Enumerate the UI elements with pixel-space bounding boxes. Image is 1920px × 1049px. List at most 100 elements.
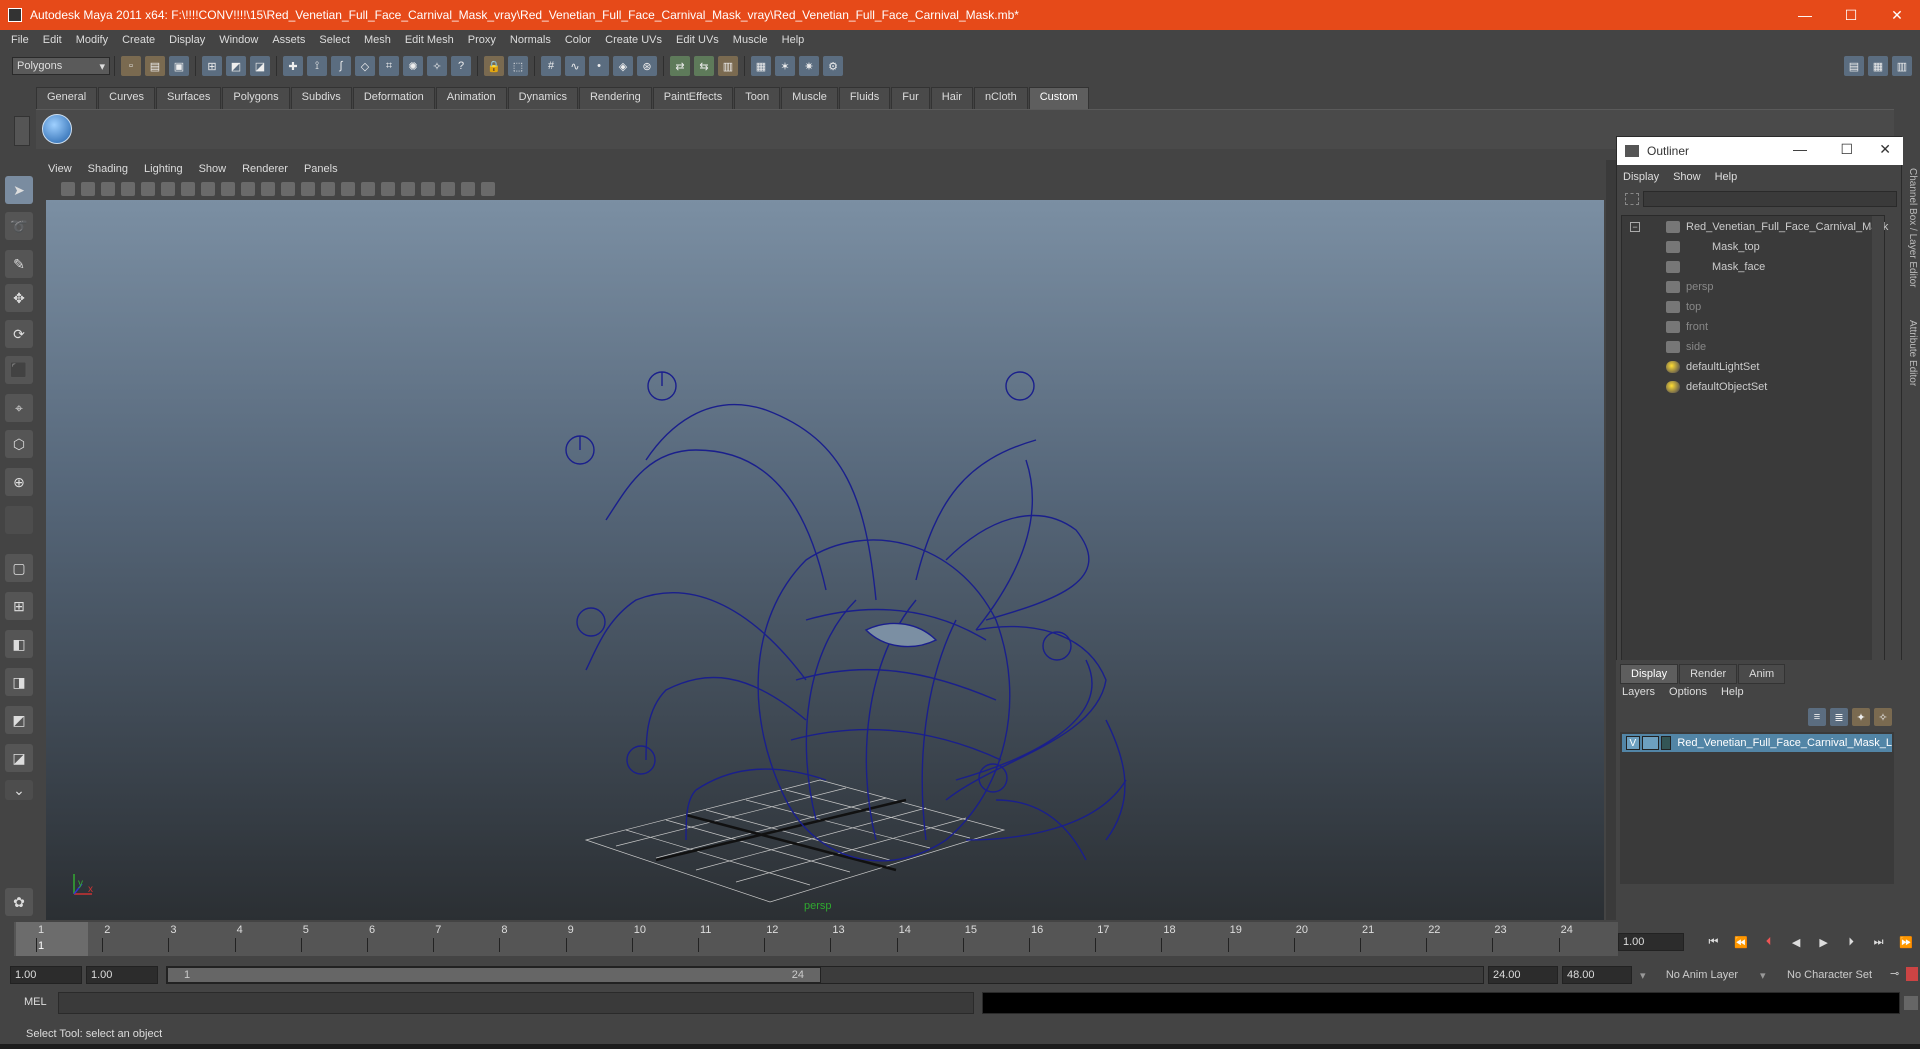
current-frame-marker[interactable]: 1 bbox=[16, 922, 88, 956]
outliner-menu-display[interactable]: Display bbox=[1623, 171, 1659, 183]
camera-select-icon[interactable] bbox=[61, 182, 75, 196]
move-tool-icon[interactable]: ✥ bbox=[5, 284, 33, 312]
key-icon[interactable]: ⊸ bbox=[1890, 967, 1904, 981]
menu-set-dropdown[interactable]: Polygons ▾ bbox=[12, 57, 110, 75]
playback-end-field[interactable]: 24.00 bbox=[1488, 966, 1558, 984]
layer-color-swatch[interactable] bbox=[1660, 736, 1672, 750]
new-scene-icon[interactable]: ▫ bbox=[121, 56, 141, 76]
shelf-menu-button[interactable] bbox=[14, 116, 30, 146]
film-gate-icon[interactable] bbox=[161, 182, 175, 196]
viewport-menu-shading[interactable]: Shading bbox=[88, 163, 128, 175]
persp-graph-layout-icon[interactable]: ◨ bbox=[5, 668, 33, 696]
mask-deformations-icon[interactable]: ⌗ bbox=[379, 56, 399, 76]
shelf-tab-fluids[interactable]: Fluids bbox=[838, 87, 891, 109]
lasso-tool-icon[interactable]: ➰ bbox=[5, 212, 33, 240]
outliner-item[interactable]: defaultLightSet bbox=[1666, 358, 1759, 376]
outliner-minimize-button[interactable]: — bbox=[1793, 141, 1807, 157]
image-plane-icon[interactable] bbox=[121, 182, 135, 196]
layer-visibility-toggle[interactable]: V bbox=[1626, 736, 1640, 750]
filter-icon[interactable] bbox=[1625, 193, 1639, 205]
layer-menu-options[interactable]: Options bbox=[1669, 686, 1707, 698]
wireframe-shading-icon[interactable] bbox=[281, 182, 295, 196]
outliner-maximize-button[interactable]: ☐ bbox=[1840, 141, 1853, 158]
hypershade-layout-icon[interactable]: ◩ bbox=[5, 706, 33, 734]
shelf-tab-ncloth[interactable]: nCloth bbox=[973, 87, 1028, 109]
attribute-editor-toggle-icon[interactable]: ▤ bbox=[1844, 56, 1864, 76]
viewport-menu-renderer[interactable]: Renderer bbox=[242, 163, 288, 175]
menu-file[interactable]: File bbox=[4, 34, 36, 46]
mask-dynamics-icon[interactable]: ✺ bbox=[403, 56, 423, 76]
script-editor-icon[interactable] bbox=[1904, 996, 1918, 1010]
outliner-item[interactable]: Mask_face bbox=[1666, 258, 1765, 276]
persp-outliner-layout-icon[interactable]: ◧ bbox=[5, 630, 33, 658]
open-scene-icon[interactable]: ▤ bbox=[145, 56, 165, 76]
range-bar[interactable]: 1 24 bbox=[166, 966, 1484, 984]
menu-normals[interactable]: Normals bbox=[503, 34, 558, 46]
menu-edit-uvs[interactable]: Edit UVs bbox=[669, 34, 726, 46]
animation-end-field[interactable]: 48.00 bbox=[1562, 966, 1632, 984]
outliner-item[interactable]: Red_Venetian_Full_Face_Carnival_Mask bbox=[1666, 218, 1888, 236]
range-handle[interactable]: 1 24 bbox=[167, 967, 821, 983]
current-time-field[interactable]: 1.00 bbox=[1618, 933, 1684, 951]
highlight-selection-icon[interactable]: ⬚ bbox=[508, 56, 528, 76]
outliner-item[interactable]: defaultObjectSet bbox=[1666, 378, 1767, 396]
wireframe-on-shaded-icon[interactable] bbox=[321, 182, 335, 196]
step-forward-frame-icon[interactable]: ⏵ bbox=[1844, 935, 1857, 949]
menu-muscle[interactable]: Muscle bbox=[726, 34, 775, 46]
default-lighting-icon[interactable] bbox=[361, 182, 375, 196]
select-by-hierarchy-icon[interactable]: ⊞ bbox=[202, 56, 222, 76]
gate-mask-icon[interactable] bbox=[201, 182, 215, 196]
shelf-tab-toon[interactable]: Toon bbox=[734, 87, 781, 109]
render-settings-icon[interactable]: ⚙ bbox=[823, 56, 843, 76]
safe-action-icon[interactable] bbox=[241, 182, 255, 196]
layout-more-icon[interactable]: ⌄ bbox=[5, 780, 33, 800]
bookmarks-icon[interactable] bbox=[101, 182, 115, 196]
universal-manipulator-icon[interactable]: ⌖ bbox=[5, 394, 33, 422]
outliner-item[interactable]: persp bbox=[1666, 278, 1714, 296]
layer-tab-display[interactable]: Display bbox=[1620, 664, 1679, 684]
outliner-item[interactable]: side bbox=[1666, 338, 1706, 356]
outliner-filter-input[interactable] bbox=[1643, 191, 1897, 207]
smooth-shading-icon[interactable] bbox=[301, 182, 315, 196]
menu-modify[interactable]: Modify bbox=[69, 34, 115, 46]
snap-to-view-plane-icon[interactable]: ◈ bbox=[613, 56, 633, 76]
shelf-tab-custom[interactable]: Custom bbox=[1028, 87, 1089, 109]
channel-box-tab[interactable]: Channel Box / Layer Editor bbox=[1902, 168, 1918, 288]
time-slider[interactable]: 1 1 2 3 4 5 6 7 8 9 10 11 12 13 14 15 16 17 18 19 20 21 22 23 2… bbox=[14, 922, 1618, 956]
mask-joints-icon[interactable]: ⟟ bbox=[307, 56, 327, 76]
layer-move-down-icon[interactable]: ✧ bbox=[1874, 708, 1892, 726]
rotate-tool-icon[interactable]: ⟳ bbox=[5, 320, 33, 348]
last-tool-icon[interactable] bbox=[5, 506, 33, 534]
minimize-button[interactable]: — bbox=[1782, 0, 1828, 30]
viewport-menu-lighting[interactable]: Lighting bbox=[144, 163, 183, 175]
shelf-tab-deformation[interactable]: Deformation bbox=[352, 87, 435, 109]
select-tool-icon[interactable]: ➤ bbox=[5, 176, 33, 204]
channel-box-toggle-icon[interactable]: ▥ bbox=[1892, 56, 1912, 76]
render-current-frame-icon[interactable]: ✶ bbox=[775, 56, 795, 76]
mask-rendering-icon[interactable]: ✧ bbox=[427, 56, 447, 76]
ipr-render-icon[interactable]: ✷ bbox=[799, 56, 819, 76]
show-manipulator-icon[interactable]: ⊕ bbox=[5, 468, 33, 496]
shelf-tab-dynamics[interactable]: Dynamics bbox=[507, 87, 578, 109]
resolution-gate-icon[interactable] bbox=[181, 182, 195, 196]
select-by-component-icon[interactable]: ◪ bbox=[250, 56, 270, 76]
shelf-tab-muscle[interactable]: Muscle bbox=[781, 87, 838, 109]
soft-modification-icon[interactable]: ⬡ bbox=[5, 430, 33, 458]
outliner-item[interactable]: Mask_top bbox=[1666, 238, 1760, 256]
new-layer-from-selection-icon[interactable]: ≣ bbox=[1830, 708, 1848, 726]
shelf-tab-hair[interactable]: Hair bbox=[930, 87, 973, 109]
layer-horizontal-scrollbar[interactable] bbox=[1620, 884, 1894, 898]
menu-window[interactable]: Window bbox=[212, 34, 265, 46]
viewport-renderer-icon[interactable] bbox=[481, 182, 495, 196]
menu-mesh[interactable]: Mesh bbox=[357, 34, 398, 46]
graph-layout-icon[interactable]: ◪ bbox=[5, 744, 33, 772]
close-button[interactable]: ✕ bbox=[1874, 0, 1920, 30]
animation-preferences-icon[interactable] bbox=[1906, 967, 1918, 981]
outliner-vertical-scrollbar[interactable] bbox=[1872, 216, 1884, 710]
scale-tool-icon[interactable]: ⬛ bbox=[5, 356, 33, 384]
shelf-tab-subdivs[interactable]: Subdivs bbox=[290, 87, 352, 109]
play-backwards-icon[interactable]: ◀ bbox=[1789, 935, 1802, 949]
xray-icon[interactable] bbox=[341, 182, 355, 196]
outliner-menu-show[interactable]: Show bbox=[1673, 171, 1701, 183]
menu-proxy[interactable]: Proxy bbox=[461, 34, 503, 46]
